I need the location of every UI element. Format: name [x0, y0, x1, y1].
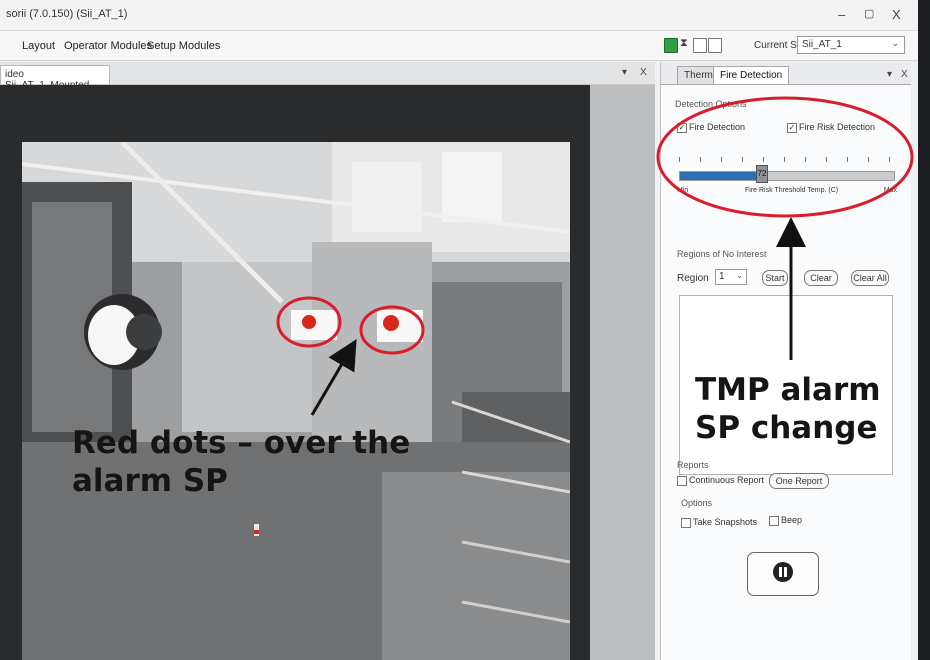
close-button[interactable]: X [892, 7, 901, 22]
slider-track[interactable] [679, 171, 895, 181]
regions-list[interactable] [679, 295, 893, 475]
clear-button[interactable]: Clear [804, 270, 838, 286]
region-select[interactable]: 1 ⌄ [715, 269, 747, 285]
checkbox-icon [677, 475, 687, 486]
slider-tick [721, 157, 722, 162]
window-title: sorii (7.0.150) (Sii_AT_1) [6, 8, 128, 20]
slider-tick [742, 157, 743, 162]
pin-icon[interactable]: ▾ [622, 67, 627, 78]
continuous-report-checkbox[interactable]: Continuous Report [677, 475, 764, 486]
pause-button[interactable] [747, 552, 819, 596]
menu-setup-modules[interactable]: Setup Modules [147, 40, 220, 52]
video-viewport [0, 85, 655, 660]
slider-tick [868, 157, 869, 162]
slider-tick [805, 157, 806, 162]
current-system-value: Sii_AT_1 [802, 39, 842, 50]
slider-tick [847, 157, 848, 162]
slider-ticks [679, 157, 890, 167]
menu-layout[interactable]: Layout [22, 40, 55, 52]
beep-label: Beep [781, 515, 803, 525]
close-tab-button[interactable]: X [640, 67, 647, 78]
fire-detection-checkbox[interactable]: ✓ Fire Detection [677, 122, 745, 133]
slider-fill [680, 172, 763, 180]
checkbox-icon [681, 517, 691, 528]
continuous-report-label: Continuous Report [689, 475, 765, 485]
menu-bar: Layout Operator Modules Setup Modules ⧗ … [0, 31, 918, 61]
options-label: Options [681, 498, 713, 508]
clear-all-button[interactable]: Clear All [851, 270, 889, 286]
viewport-margin [590, 85, 655, 660]
minimize-button[interactable]: – [838, 7, 845, 22]
take-snapshots-label: Take Snapshots [693, 517, 758, 527]
slider-tick [784, 157, 785, 162]
checkmark-icon: ✓ [787, 122, 797, 133]
camera-icon[interactable] [693, 38, 707, 53]
take-snapshots-checkbox[interactable]: Take Snapshots [681, 517, 757, 528]
reports-label: Reports [677, 460, 709, 470]
hourglass-icon[interactable]: ⧗ [680, 37, 692, 50]
fire-risk-detection-checkbox[interactable]: ✓ Fire Risk Detection [787, 122, 875, 133]
slider-min-label: Min [677, 187, 689, 194]
refresh-icon[interactable] [664, 38, 678, 53]
detection-options-label: Detection Options [675, 99, 747, 109]
slider-thumb[interactable]: 72 [756, 165, 768, 183]
maximize-button[interactable]: ▢ [864, 7, 874, 20]
slider-max-label: Max [883, 187, 897, 194]
current-system-select[interactable]: Sii_AT_1 ⌄ [797, 36, 905, 54]
panel-pin-icon[interactable]: ▾ [887, 69, 892, 80]
title-bar: sorii (7.0.150) (Sii_AT_1) – ▢ X [0, 0, 918, 31]
menu-operator-modules[interactable]: Operator Modules [64, 40, 152, 52]
slider-tick [679, 157, 680, 162]
document-tab-bar: ideo Sii_AT_1_Mounted ▾ X [0, 62, 655, 91]
beep-checkbox[interactable]: Beep [769, 515, 802, 526]
grid-icon[interactable] [708, 38, 722, 53]
monitor-screen: sorii (7.0.150) (Sii_AT_1) – ▢ X Layout … [0, 0, 918, 660]
regions-of-no-interest-label: Regions of No Interest [677, 249, 767, 259]
panel-close-button[interactable]: X [901, 69, 908, 80]
panel-body: Detection Options ✓ Fire Detection ✓ Fire … [661, 84, 911, 660]
chevron-down-icon: ⌄ [891, 38, 899, 48]
checkbox-icon [769, 515, 779, 526]
slider-tick [889, 157, 890, 162]
checkmark-icon: ✓ [677, 122, 687, 133]
start-button[interactable]: Start [762, 270, 788, 286]
pause-icon [773, 562, 793, 582]
slider-tick [763, 157, 764, 162]
tab-fire-detection[interactable]: Fire Detection [713, 66, 790, 84]
chevron-down-icon: ⌄ [736, 271, 743, 280]
region-value: 1 [719, 271, 725, 282]
fire-detection-label: Fire Detection [689, 122, 746, 132]
fire-risk-detection-label: Fire Risk Detection [799, 122, 876, 132]
slider-caption: Fire Risk Threshold Temp. (C) [745, 187, 839, 194]
video-tab[interactable]: ideo Sii_AT_1_Mounted [0, 65, 110, 91]
threshold-slider[interactable]: 72 Min Fire Risk Threshold Temp. (C) Max [675, 151, 897, 203]
slider-tick [826, 157, 827, 162]
fire-detection-panel: Thermal Fire Detection ▾ X Detection Opt… [660, 62, 911, 660]
thermal-scene [22, 142, 570, 660]
region-label: Region [677, 273, 709, 284]
one-report-button[interactable]: One Report [769, 473, 829, 489]
thermal-video-feed[interactable] [22, 142, 570, 660]
slider-tick [700, 157, 701, 162]
